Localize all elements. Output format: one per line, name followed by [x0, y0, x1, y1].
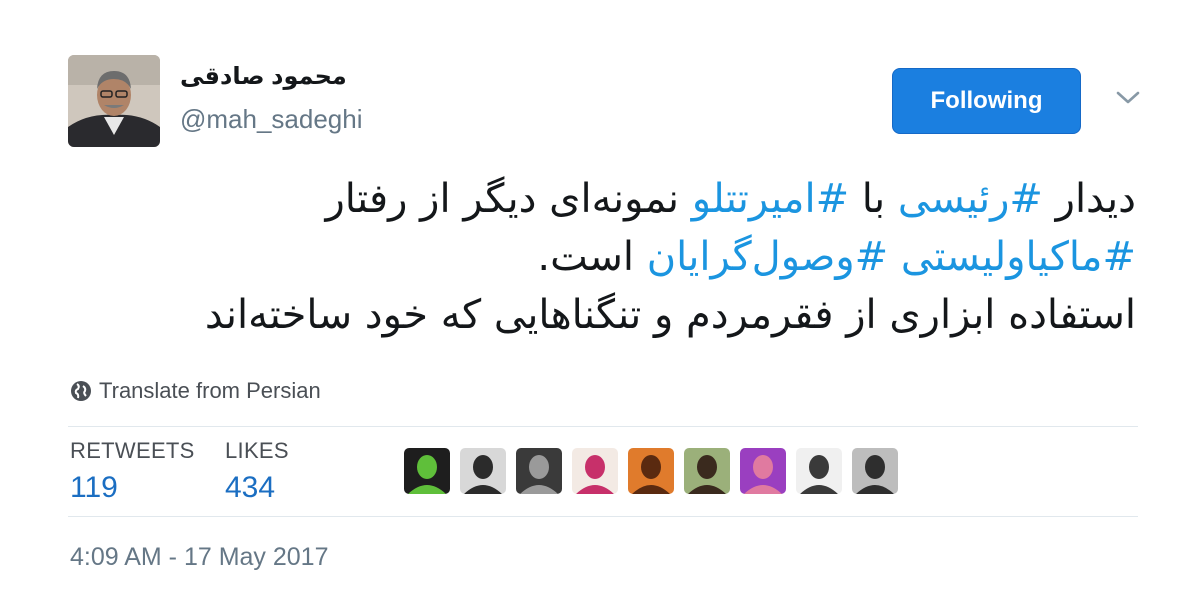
liker-avatar-8[interactable]: [796, 448, 842, 494]
liker-avatar-1[interactable]: [404, 448, 450, 494]
hashtag-link[interactable]: #امیرتتلو: [692, 176, 849, 222]
chevron-down-icon[interactable]: [1114, 84, 1142, 112]
liker-avatar-4[interactable]: [572, 448, 618, 494]
tweet-text-segment: [888, 234, 901, 280]
likes-count: 434: [225, 471, 276, 504]
author-display-name[interactable]: محمود صادقی: [180, 62, 347, 91]
liker-avatars: [404, 448, 898, 494]
tweet-line-2: #ماکیاولیستی #وصول‌گرایان است.: [56, 228, 1136, 286]
liker-avatar-7[interactable]: [740, 448, 786, 494]
tweet-text-segment: استفاده ابزاری از فقرمردم و تنگناهایی که…: [204, 292, 1136, 338]
translate-link[interactable]: Translate from Persian: [70, 378, 321, 404]
liker-avatar-5[interactable]: [628, 448, 674, 494]
tweet-text: دیدار #رئیسی با #امیرتتلو نمونه‌ای دیگر …: [56, 170, 1136, 344]
author-photo: [68, 55, 160, 147]
retweets-stat[interactable]: RETWEETS 119: [70, 438, 195, 505]
divider: [68, 516, 1138, 517]
tweet-line-1: دیدار #رئیسی با #امیرتتلو نمونه‌ای دیگر …: [56, 170, 1136, 228]
hashtag-link[interactable]: #رئیسی: [898, 176, 1043, 222]
hashtag-link[interactable]: #وصول‌گرایان: [647, 234, 888, 280]
author-avatar[interactable]: [68, 55, 160, 147]
following-button[interactable]: Following: [892, 68, 1081, 134]
likes-stat[interactable]: LIKES 434: [225, 438, 289, 505]
liker-avatar-6[interactable]: [684, 448, 730, 494]
tweet-timestamp[interactable]: 4:09 AM - 17 May 2017: [70, 543, 328, 572]
author-handle[interactable]: @mah_sadeghi: [180, 104, 363, 135]
retweets-label: RETWEETS: [70, 438, 195, 463]
tweet-text-segment: نمونه‌ای دیگر از رفتار: [325, 176, 692, 222]
tweet-text-segment: است.: [537, 234, 647, 280]
divider: [68, 426, 1138, 427]
translate-label: Translate from Persian: [99, 378, 321, 403]
likes-label: LIKES: [225, 438, 289, 463]
liker-avatar-3[interactable]: [516, 448, 562, 494]
tweet-text-segment: با: [849, 176, 898, 222]
retweets-count: 119: [70, 471, 118, 504]
liker-avatar-9[interactable]: [852, 448, 898, 494]
tweet-line-3: استفاده ابزاری از فقرمردم و تنگناهایی که…: [56, 286, 1136, 344]
hashtag-link[interactable]: #ماکیاولیستی: [901, 234, 1136, 280]
liker-avatar-2[interactable]: [460, 448, 506, 494]
tweet-text-segment: دیدار: [1042, 176, 1136, 222]
globe-icon: [71, 381, 91, 401]
